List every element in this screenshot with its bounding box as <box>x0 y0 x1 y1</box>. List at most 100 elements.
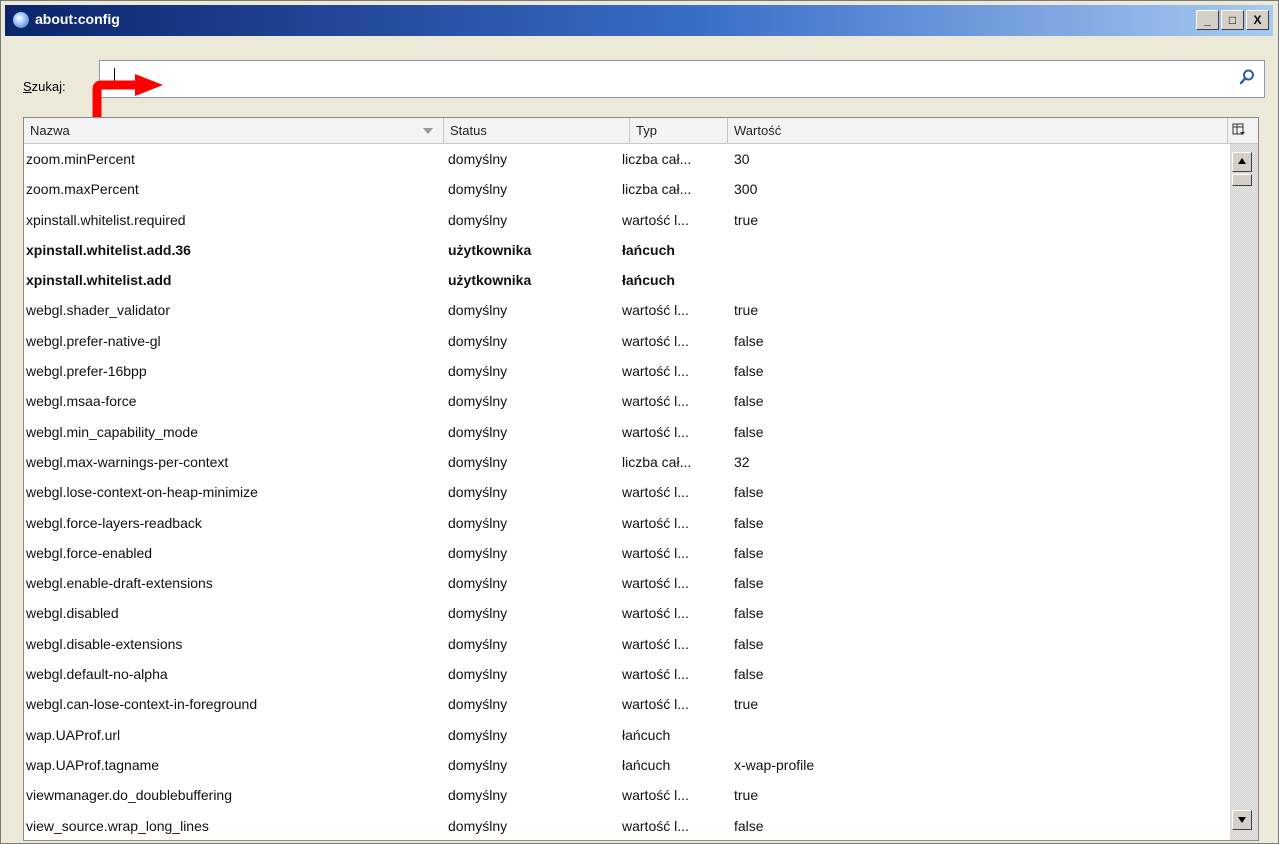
column-header-label: Typ <box>636 123 657 138</box>
pref-type-cell: wartość l... <box>622 514 689 531</box>
table-row[interactable]: webgl.shader_validator domyślny wartość l.… <box>24 295 1230 325</box>
table-row[interactable]: view_source.wrap_long_lines domyślny warto… <box>24 811 1230 840</box>
table-row[interactable]: zoom.maxPercent domyślny liczba cał... 300 <box>24 174 1230 204</box>
pref-type-cell: łańcuch <box>622 272 675 289</box>
column-header-name[interactable]: Nazwa <box>24 118 444 143</box>
close-button[interactable]: X <box>1246 10 1269 30</box>
pref-type-cell: wartość l... <box>622 635 689 652</box>
pref-value-cell: false <box>734 635 764 652</box>
preferences-table: Nazwa Status Typ Wartość zoom.minPercent… <box>23 117 1259 841</box>
table-row[interactable]: webgl.can-lose-context-in-foreground domy… <box>24 689 1230 719</box>
pref-name-cell: zoom.maxPercent <box>26 181 139 198</box>
scroll-down-button[interactable] <box>1232 810 1252 830</box>
pref-value-cell <box>734 720 1214 750</box>
table-row[interactable]: webgl.force-layers-readback domyślny warto… <box>24 508 1230 538</box>
pref-type-cell: łańcuch <box>622 756 671 773</box>
pref-value-cell: true <box>734 696 759 713</box>
pref-type-cell: wartość l... <box>622 332 689 349</box>
table-row[interactable]: xpinstall.whitelist.add użytkownika łańcuc… <box>24 265 1230 295</box>
pref-value-cell: false <box>734 423 764 440</box>
table-row[interactable]: webgl.default-no-alpha domyślny wartość l.… <box>24 659 1230 689</box>
pref-type-cell: liczba cał... <box>622 151 692 167</box>
pref-status-cell: domyślny <box>448 666 508 683</box>
pref-value-cell: 30 <box>734 151 750 167</box>
pref-status-cell: domyślny <box>448 211 508 228</box>
pref-type-cell: wartość l... <box>622 302 689 319</box>
table-body: zoom.minPercent domyślny liczba cał... 30 zo… <box>24 144 1230 840</box>
pref-name-cell: webgl.can-lose-context-in-foreground <box>26 696 258 713</box>
pref-name-cell: webgl.min_capability_mode <box>26 423 198 440</box>
table-row[interactable]: wap.UAProf.url domyślny łańcuch <box>24 720 1230 750</box>
table-row[interactable]: webgl.enable-draft-extensions domyślny war… <box>24 568 1230 598</box>
pref-name-cell: webgl.max-warnings-per-context <box>26 453 229 470</box>
search-icon[interactable] <box>1238 68 1256 86</box>
window-title: about:config <box>35 11 120 27</box>
pref-status-cell: domyślny <box>448 393 508 410</box>
table-row[interactable]: webgl.force-enabled domyślny wartość l... f… <box>24 538 1230 568</box>
table-row[interactable]: webgl.max-warnings-per-context domyślny li… <box>24 447 1230 477</box>
pref-name-cell: webgl.enable-draft-extensions <box>26 575 213 592</box>
table-row[interactable]: xpinstall.whitelist.add.36 użytkownika łań… <box>24 235 1230 265</box>
scroll-thumb[interactable] <box>1232 174 1252 186</box>
table-row[interactable]: webgl.prefer-16bpp domyślny wartość l... fa… <box>24 356 1230 386</box>
table-row[interactable]: webgl.msaa-force domyślny wartość l... fals… <box>24 386 1230 416</box>
pref-type-cell: wartość l... <box>622 605 689 622</box>
pref-name-cell: zoom.minPercent <box>26 151 135 167</box>
table-row[interactable]: webgl.prefer-native-gl domyślny wartość l.… <box>24 326 1230 356</box>
scroll-up-button[interactable] <box>1232 152 1252 172</box>
table-row[interactable]: zoom.minPercent domyślny liczba cał... 30 <box>24 144 1230 174</box>
pref-status-cell: domyślny <box>448 605 508 622</box>
pref-value-cell: false <box>734 575 764 592</box>
column-header-type[interactable]: Typ <box>630 118 728 143</box>
pref-name-cell: webgl.disable-extensions <box>26 635 183 652</box>
pref-value-cell: false <box>734 363 764 380</box>
minimize-button[interactable]: _ <box>1196 10 1219 30</box>
pref-value-cell: false <box>734 666 764 683</box>
search-bar: Szukaj: <box>11 56 1269 102</box>
title-bar[interactable]: about:config _ □ X <box>5 5 1273 36</box>
search-label-accesskey: S <box>23 79 32 94</box>
column-header-status[interactable]: Status <box>444 118 630 143</box>
pref-status-cell: domyślny <box>448 151 508 167</box>
table-header: Nazwa Status Typ Wartość <box>24 118 1258 144</box>
pref-type-cell: wartość l... <box>622 211 689 228</box>
table-row[interactable]: wap.UAProf.tagname domyślny łańcuch x-wap-p… <box>24 750 1230 780</box>
pref-status-cell: domyślny <box>448 575 508 592</box>
search-input[interactable] <box>99 60 1265 98</box>
table-row[interactable]: webgl.lose-context-on-heap-minimize domyś… <box>24 477 1230 507</box>
vertical-scrollbar[interactable] <box>1230 144 1258 840</box>
pref-type-cell: wartość l... <box>622 817 689 834</box>
table-row[interactable]: xpinstall.whitelist.required domyślny wart… <box>24 205 1230 235</box>
table-row[interactable]: webgl.disable-extensions domyślny wartość … <box>24 629 1230 659</box>
about-config-window: about:config _ □ X Szukaj: Nazwa Status … <box>0 0 1279 844</box>
pref-value-cell <box>734 235 1214 265</box>
pref-name-cell: webgl.shader_validator <box>26 302 170 319</box>
table-row[interactable]: webgl.min_capability_mode domyślny wartość… <box>24 417 1230 447</box>
pref-type-cell: wartość l... <box>622 544 689 561</box>
arrow-up-icon <box>1238 158 1246 164</box>
pref-status-cell: domyślny <box>448 181 508 198</box>
pref-name-cell: webgl.default-no-alpha <box>26 666 168 683</box>
pref-status-cell: domyślny <box>448 302 508 319</box>
column-header-label: Nazwa <box>30 123 70 138</box>
pref-status-cell: domyślny <box>448 484 508 501</box>
table-row[interactable]: webgl.disabled domyślny wartość l... false <box>24 598 1230 628</box>
pref-type-cell: wartość l... <box>622 484 689 501</box>
pref-status-cell: domyślny <box>448 514 508 531</box>
column-header-value[interactable]: Wartość <box>728 118 1228 143</box>
pref-name-cell: xpinstall.whitelist.add.36 <box>26 241 191 258</box>
pref-name-cell: viewmanager.do_doublebuffering <box>26 787 233 804</box>
column-picker-icon[interactable] <box>1232 123 1246 137</box>
pref-status-cell: domyślny <box>448 696 508 713</box>
pref-status-cell: domyślny <box>448 423 508 440</box>
column-header-label: Status <box>450 123 487 138</box>
pref-type-cell: liczba cał... <box>622 181 692 198</box>
pref-type-cell: wartość l... <box>622 363 689 380</box>
maximize-button[interactable]: □ <box>1221 10 1244 30</box>
pref-value-cell: 32 <box>734 453 750 470</box>
table-row[interactable]: viewmanager.do_doublebuffering domyślny wa… <box>24 780 1230 810</box>
pref-value-cell: false <box>734 332 764 349</box>
pref-value-cell: false <box>734 484 764 501</box>
pref-status-cell: domyślny <box>448 726 508 743</box>
pref-type-cell: wartość l... <box>622 666 689 683</box>
